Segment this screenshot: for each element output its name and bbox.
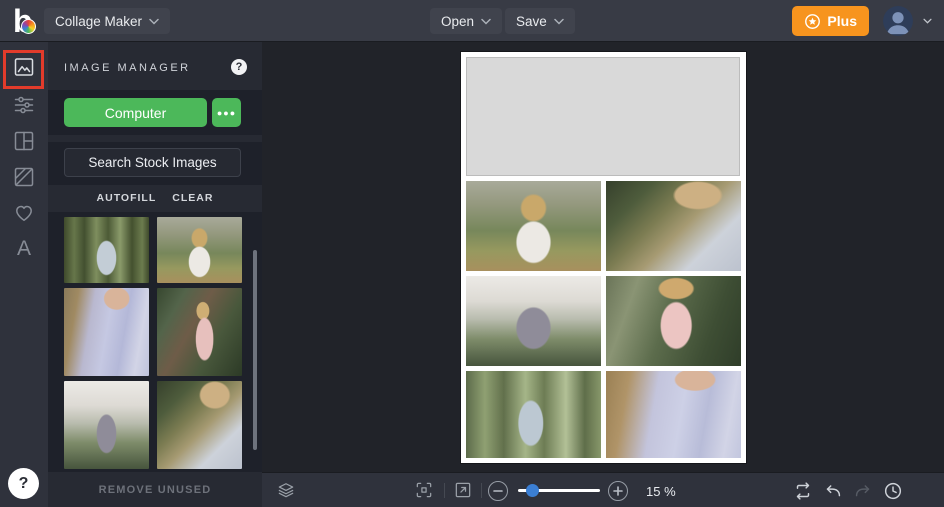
sidebar-item-text[interactable]: A xyxy=(12,237,36,261)
app-menu-label: Collage Maker xyxy=(55,13,143,29)
swap-arrows-icon xyxy=(796,482,810,500)
plus-label: Plus xyxy=(827,13,857,29)
thumbnail-image[interactable] xyxy=(157,381,242,469)
remove-unused-button[interactable]: REMOVE UNUSED xyxy=(99,484,212,496)
panel-scrollbar[interactable] xyxy=(253,250,257,450)
save-button[interactable]: Save xyxy=(505,8,575,34)
canvas-area[interactable] xyxy=(262,42,944,472)
chevron-down-icon xyxy=(554,18,564,25)
undo-icon xyxy=(826,485,841,497)
history-button[interactable] xyxy=(882,480,904,500)
collage-photo[interactable] xyxy=(606,371,741,458)
computer-upload-button[interactable]: Computer xyxy=(64,98,207,127)
plus-icon xyxy=(613,486,623,496)
collage-maker-app: b Collage Maker Open Save Plus xyxy=(0,0,944,507)
thumbnail-image[interactable] xyxy=(64,381,149,469)
thumbnail-image[interactable] xyxy=(157,217,242,283)
collage-photo[interactable] xyxy=(606,276,741,366)
fit-to-screen-icon xyxy=(416,482,432,498)
help-button[interactable]: ? xyxy=(8,468,39,499)
panel-title: IMAGE MANAGER xyxy=(64,62,191,74)
search-stock-label: Search Stock Images xyxy=(88,155,217,170)
collage-page[interactable] xyxy=(461,52,746,463)
clear-button[interactable]: CLEAR xyxy=(172,192,213,204)
computer-label: Computer xyxy=(104,104,167,121)
divider xyxy=(444,483,445,498)
layers-button[interactable] xyxy=(276,480,296,500)
zoom-slider-thumb[interactable] xyxy=(526,484,539,497)
background-pattern-icon xyxy=(14,167,34,187)
sliders-icon xyxy=(14,96,34,114)
collage-grid xyxy=(466,181,741,458)
resize-arrow-icon xyxy=(455,482,471,498)
bottom-toolbar: 15 % xyxy=(262,472,944,507)
text-tool-icon: A xyxy=(16,237,31,260)
collage-photo[interactable] xyxy=(466,181,601,271)
resize-canvas-button[interactable] xyxy=(453,480,473,500)
top-bar: b Collage Maker Open Save Plus xyxy=(0,0,944,42)
empty-image-slot[interactable] xyxy=(466,57,740,176)
sidebar-item-graphics[interactable] xyxy=(12,201,36,225)
chevron-down-icon xyxy=(149,18,159,25)
color-wheel-icon xyxy=(21,19,36,34)
chevron-down-icon xyxy=(481,18,491,25)
undo-button[interactable] xyxy=(822,480,844,500)
user-avatar[interactable] xyxy=(883,6,913,36)
thumbnail-area xyxy=(48,212,262,472)
fit-to-screen-button[interactable] xyxy=(414,480,434,500)
avatar-silhouette xyxy=(883,6,913,36)
help-label: ? xyxy=(18,474,29,492)
panel-bottom-bar: REMOVE UNUSED xyxy=(48,472,262,507)
more-dots-icon: ●●● xyxy=(216,107,237,118)
plus-upgrade-button[interactable]: Plus xyxy=(792,6,869,36)
zoom-in-button[interactable] xyxy=(608,481,628,501)
photo-icon xyxy=(14,58,34,76)
divider xyxy=(481,483,482,498)
collage-photo[interactable] xyxy=(606,181,741,271)
open-button[interactable]: Open xyxy=(430,8,503,34)
swap-images-button[interactable] xyxy=(792,480,814,500)
thumbnail-grid xyxy=(64,217,242,469)
layers-icon xyxy=(278,483,294,498)
befunky-logo[interactable]: b xyxy=(13,4,41,38)
collage-photo[interactable] xyxy=(466,371,601,458)
redo-button[interactable] xyxy=(852,480,874,500)
collage-layout-icon xyxy=(14,131,34,151)
history-controls xyxy=(792,480,904,500)
zoom-percentage: 15 % xyxy=(646,484,676,499)
autofill-button[interactable]: AUTOFILL xyxy=(97,192,157,204)
thumb-actions-row: AUTOFILL CLEAR xyxy=(48,192,262,204)
tool-rail: A ? xyxy=(0,42,48,507)
save-label: Save xyxy=(516,13,547,29)
thumbnail-image[interactable] xyxy=(157,288,242,376)
image-manager-panel: IMAGE MANAGER ? Computer ●●● Search Stoc… xyxy=(48,42,262,507)
clock-icon xyxy=(884,482,902,500)
open-label: Open xyxy=(441,13,475,29)
star-badge-icon xyxy=(805,13,821,29)
app-menu-button[interactable]: Collage Maker xyxy=(44,8,171,34)
sidebar-item-image-manager[interactable] xyxy=(12,55,36,79)
sidebar-item-edit-adjust[interactable] xyxy=(12,93,36,117)
minus-icon xyxy=(493,490,503,492)
thumbnail-image[interactable] xyxy=(64,288,149,376)
heart-icon xyxy=(16,205,32,221)
avatar-chevron-down-icon[interactable] xyxy=(923,18,932,24)
sidebar-item-layouts[interactable] xyxy=(12,129,36,153)
search-stock-images-button[interactable]: Search Stock Images xyxy=(64,148,241,177)
panel-help-button[interactable]: ? xyxy=(231,59,247,75)
panel-help-label: ? xyxy=(235,61,243,73)
zoom-out-button[interactable] xyxy=(488,481,508,501)
redo-icon xyxy=(855,485,870,497)
sidebar-item-backgrounds[interactable] xyxy=(12,165,36,189)
thumbnail-image[interactable] xyxy=(64,217,149,283)
more-sources-button[interactable]: ●●● xyxy=(212,98,241,127)
collage-photo[interactable] xyxy=(466,276,601,366)
zoom-slider[interactable] xyxy=(518,484,600,497)
